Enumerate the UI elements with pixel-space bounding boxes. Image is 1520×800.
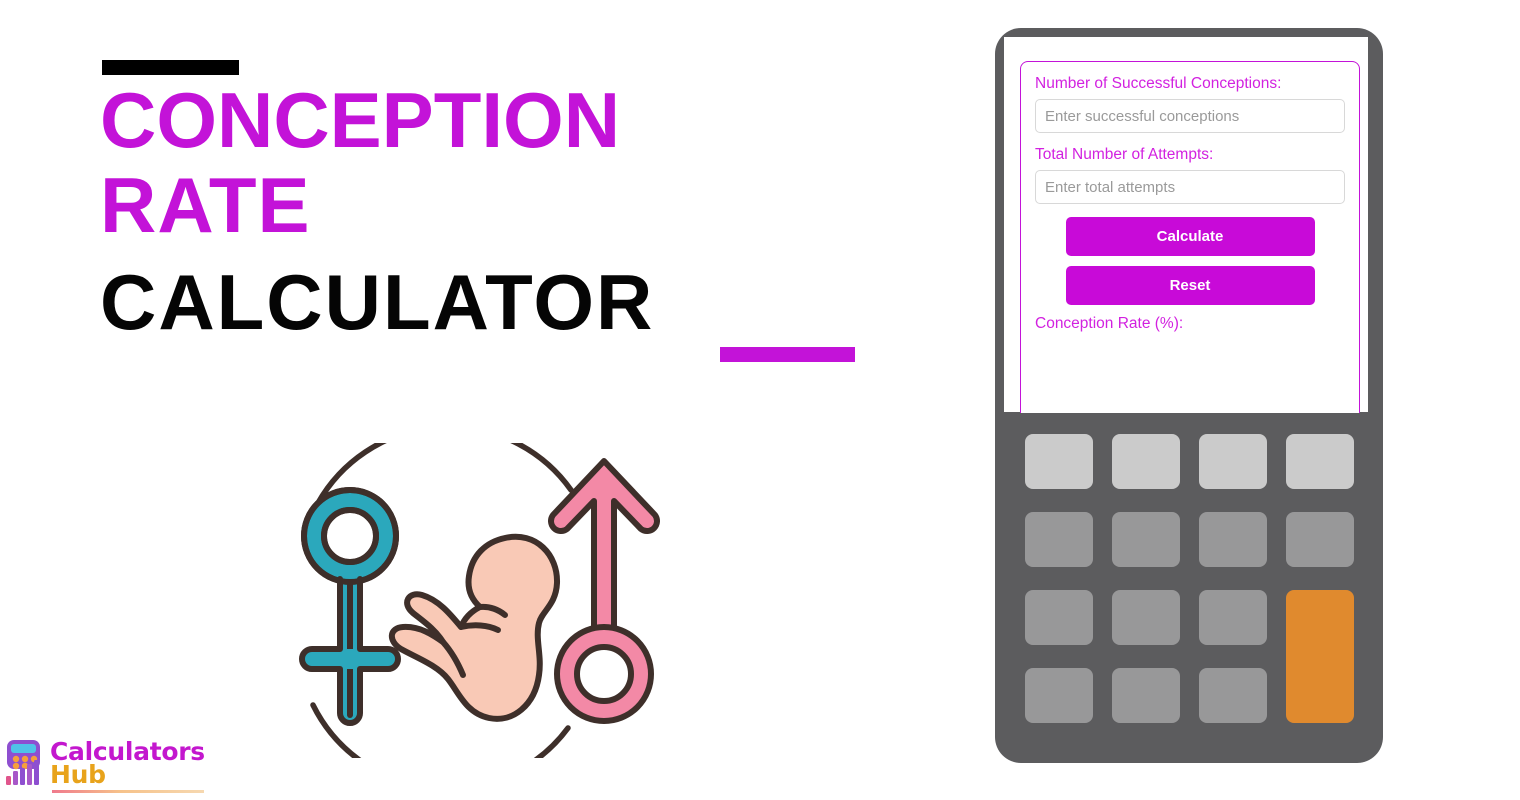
conception-rate-result-label: Conception Rate (%): [1035, 315, 1184, 333]
keypad-key[interactable] [1112, 434, 1180, 489]
keypad-key[interactable] [1199, 590, 1267, 645]
page-title-block: CONCEPTION RATE CALCULATOR [100, 60, 900, 362]
title-top-rule [102, 60, 239, 75]
keypad-key[interactable] [1112, 512, 1180, 567]
keypad-key[interactable] [1112, 590, 1180, 645]
keypad-key[interactable] [1199, 512, 1267, 567]
keypad-key[interactable] [1199, 668, 1267, 723]
logo-wordmark: Calculators Hub [50, 738, 205, 789]
keypad-key[interactable] [1112, 668, 1180, 723]
calculate-button[interactable]: Calculate [1065, 217, 1315, 257]
keypad-key[interactable] [1286, 512, 1354, 567]
page-title-line-2: RATE [100, 160, 311, 249]
reset-button[interactable]: Reset [1065, 266, 1315, 306]
keypad-key-accent[interactable] [1286, 590, 1354, 723]
label-total-attempts: Total Number of Attempts: [1035, 146, 1214, 164]
calculator-keypad [1025, 434, 1354, 723]
keypad-key[interactable] [1025, 434, 1093, 489]
total-attempts-input[interactable] [1035, 170, 1345, 205]
keypad-key[interactable] [1025, 512, 1093, 567]
logo-underline [52, 790, 204, 793]
page-title-line-3: CALCULATOR [100, 257, 655, 346]
calculatorshub-logo[interactable]: Calculators Hub [4, 738, 205, 796]
logo-word-hub: Hub [50, 760, 106, 789]
conception-illustration [283, 443, 683, 758]
keypad-key[interactable] [1199, 434, 1267, 489]
keypad-key[interactable] [1025, 668, 1093, 723]
successful-conceptions-input[interactable] [1035, 99, 1345, 134]
label-successful-conceptions: Number of Successful Conceptions: [1035, 75, 1282, 92]
conception-rate-form: Number of Successful Conceptions: Total … [1020, 61, 1360, 413]
keypad-key[interactable] [1286, 434, 1354, 489]
calculator-chart-icon [4, 738, 46, 786]
title-bottom-rule [720, 346, 855, 362]
keypad-key[interactable] [1025, 590, 1093, 645]
page-title-line-1: CONCEPTION [100, 76, 621, 164]
